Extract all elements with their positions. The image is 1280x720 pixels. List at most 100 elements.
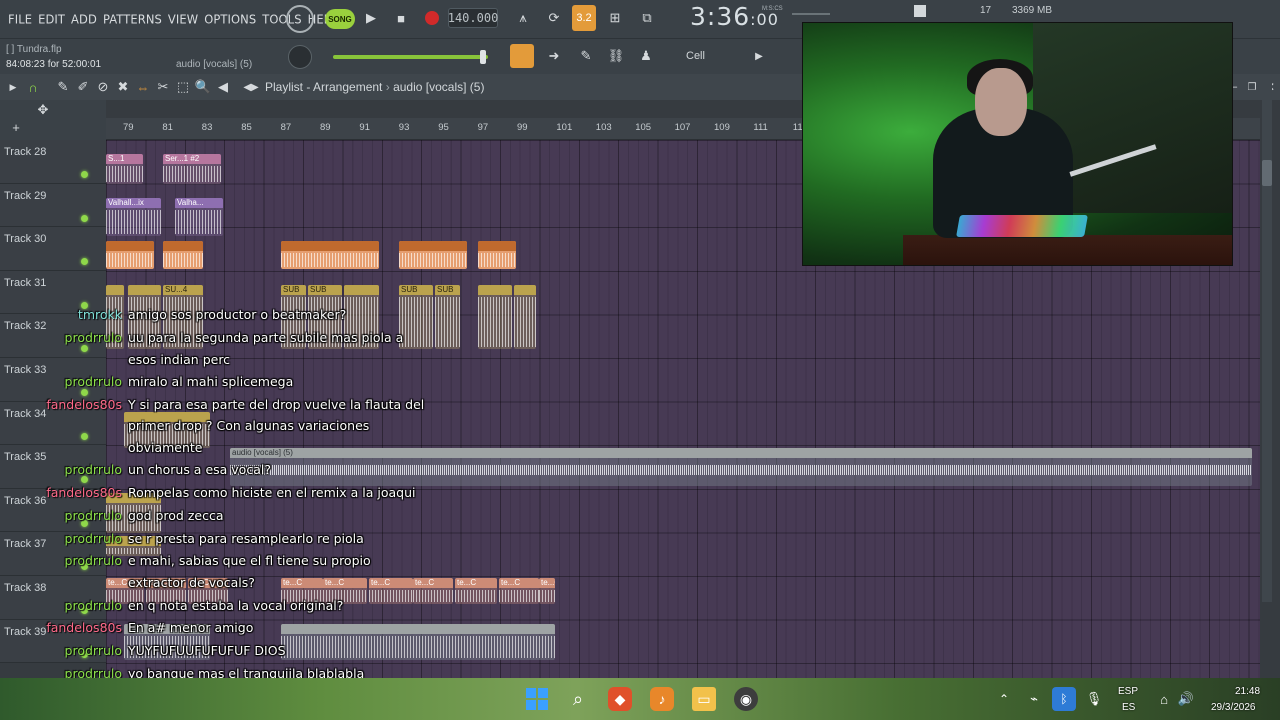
draw-tool-icon[interactable]: ✎ xyxy=(54,77,72,97)
chat-message: extractor de vocals? xyxy=(128,575,255,590)
playlist-clip[interactable]: te...C xyxy=(455,578,497,604)
fl-studio-icon[interactable]: ♪ xyxy=(650,687,674,711)
clip-name xyxy=(106,284,124,295)
wait-input-icon[interactable]: ⧉ xyxy=(636,8,658,28)
playlist-button[interactable] xyxy=(510,44,534,68)
loop-record-icon[interactable]: ⟳ xyxy=(542,8,566,28)
snap-selector[interactable]: Cell xyxy=(682,47,740,65)
playlist-clip[interactable] xyxy=(106,241,154,270)
menu-view[interactable]: VIEW xyxy=(168,11,198,26)
paint-tool-icon[interactable]: ✐ xyxy=(74,77,92,97)
playlist-back-icon[interactable]: ◀▶ xyxy=(243,77,258,97)
clip-waveform xyxy=(163,166,221,182)
snap-next-icon[interactable]: ▶ xyxy=(752,46,766,66)
link-icon[interactable]: ⛓ xyxy=(606,46,626,66)
volume-icon[interactable]: 🔊 xyxy=(1174,687,1198,711)
track-label: Track 29 xyxy=(4,189,47,202)
stop-button[interactable]: ■ xyxy=(392,8,410,28)
playlist-clip[interactable]: te...C xyxy=(539,578,555,604)
record-button[interactable] xyxy=(425,11,439,25)
playback-tool-icon[interactable]: ◀ xyxy=(214,77,232,97)
playlist-menu-arrow-icon[interactable]: ▶ xyxy=(6,78,20,96)
language-code[interactable]: ESP xyxy=(1118,686,1138,697)
playlist-clip[interactable] xyxy=(478,284,512,349)
scrollbar-thumb[interactable] xyxy=(1262,160,1272,186)
clip-name: te...C xyxy=(499,578,539,588)
maximize-icon[interactable]: ❐ xyxy=(1244,78,1260,96)
playlist-clip[interactable]: te...C xyxy=(413,578,453,604)
pat-song-knob[interactable] xyxy=(286,5,314,33)
menu-file[interactable]: FILE xyxy=(8,11,32,26)
clock-time[interactable]: 21:48 xyxy=(1235,686,1260,697)
track-header[interactable]: Track 28 xyxy=(0,140,106,184)
track-header[interactable]: Track 29 xyxy=(0,183,106,228)
file-explorer-icon[interactable]: ▭ xyxy=(692,687,716,711)
chat-username: prodrrulo xyxy=(64,531,122,546)
menu-patterns[interactable]: PATTERNS xyxy=(103,11,162,26)
stamp-icon[interactable]: ♟ xyxy=(636,46,656,66)
master-volume-slider[interactable] xyxy=(333,55,488,59)
track-header[interactable]: Track 30 xyxy=(0,227,106,271)
master-pitch-knob[interactable] xyxy=(288,45,312,69)
playlist-clip[interactable]: Valhall...ix xyxy=(106,197,161,236)
playlist-clip[interactable] xyxy=(281,241,379,270)
track-mute-led[interactable] xyxy=(81,432,88,440)
step-edit-icon[interactable]: ⊞ xyxy=(604,8,626,28)
slice-tool-icon[interactable]: ✂ xyxy=(154,77,172,97)
mute-tool-icon[interactable]: ✖ xyxy=(114,77,132,97)
select-tool-icon[interactable]: ⬚ xyxy=(174,77,192,97)
add-track-icon[interactable]: + xyxy=(8,118,24,136)
pencil-icon[interactable]: ✎ xyxy=(576,46,596,66)
playlist-clip[interactable]: SUB xyxy=(435,284,460,349)
playlist-clip[interactable]: SUB xyxy=(399,284,433,349)
arrow-icon[interactable]: ➜ xyxy=(544,46,564,66)
slip-tool-icon[interactable]: ⇔ xyxy=(134,77,152,97)
chat-username: fandelos80s xyxy=(46,620,122,635)
track-mute-led[interactable] xyxy=(81,171,88,178)
playlist-clip[interactable] xyxy=(281,623,555,660)
delete-tool-icon[interactable]: ⊘ xyxy=(94,77,112,97)
obs-icon[interactable]: ◉ xyxy=(734,687,758,711)
volume-handle[interactable] xyxy=(480,50,486,64)
playlist-clip[interactable]: te...C xyxy=(369,578,413,604)
song-mode-toggle[interactable]: SONG xyxy=(325,9,355,29)
move-icon[interactable]: ✥ xyxy=(34,102,52,118)
tray-chevron-icon[interactable]: ⌃ xyxy=(992,687,1016,711)
ruler-bar-number: 103 xyxy=(595,122,612,133)
playlist-clip[interactable]: audio [vocals] (5) xyxy=(230,448,1252,487)
tempo-display[interactable]: 140.000 xyxy=(448,8,498,28)
menu-add[interactable]: ADD xyxy=(71,11,97,26)
usb-icon[interactable]: ⌁ xyxy=(1022,687,1046,711)
playlist-clip[interactable] xyxy=(163,241,203,270)
track-mute-led[interactable] xyxy=(81,389,88,396)
metronome-icon[interactable]: ⩚ xyxy=(512,8,534,28)
play-button[interactable]: ▶ xyxy=(362,8,380,28)
playlist-clip[interactable]: Ser...1 #2 xyxy=(163,154,221,184)
menu-edit[interactable]: EDIT xyxy=(38,11,65,26)
playlist-clip[interactable]: S...1 xyxy=(106,154,143,184)
track-mute-led[interactable] xyxy=(81,476,88,484)
playlist-clip[interactable] xyxy=(478,241,516,270)
playlist-clip[interactable] xyxy=(399,241,467,270)
brave-browser-icon[interactable]: ◆ xyxy=(608,687,632,711)
start-button[interactable] xyxy=(526,688,548,710)
pattern-number-button[interactable]: 3.2 xyxy=(572,5,596,31)
magnet-icon[interactable]: ∩ xyxy=(24,77,42,97)
search-icon[interactable]: ⌕ xyxy=(566,687,590,711)
clock-date[interactable]: 29/3/2026 xyxy=(1211,702,1256,713)
playlist-clip[interactable]: te...C xyxy=(499,578,539,604)
bluetooth-icon[interactable]: ᛒ xyxy=(1052,687,1076,711)
mic-icon[interactable]: 🎙 xyxy=(1082,687,1106,711)
playlist-clip[interactable]: Valha... xyxy=(175,197,223,236)
track-mute-led[interactable] xyxy=(81,258,88,266)
zoom-tool-icon[interactable]: 🔍 xyxy=(194,77,212,97)
language-region[interactable]: ES xyxy=(1122,702,1135,713)
playlist-clip[interactable] xyxy=(514,284,536,349)
chat-message: esos indian perc xyxy=(128,352,231,367)
menu-options[interactable]: OPTIONS xyxy=(204,11,256,26)
network-icon[interactable]: ⌂ xyxy=(1152,687,1176,711)
track-mute-led[interactable] xyxy=(81,345,88,353)
track-mute-led[interactable] xyxy=(81,214,88,222)
clip-name: SUB xyxy=(281,284,306,295)
clip-waveform xyxy=(455,590,497,602)
